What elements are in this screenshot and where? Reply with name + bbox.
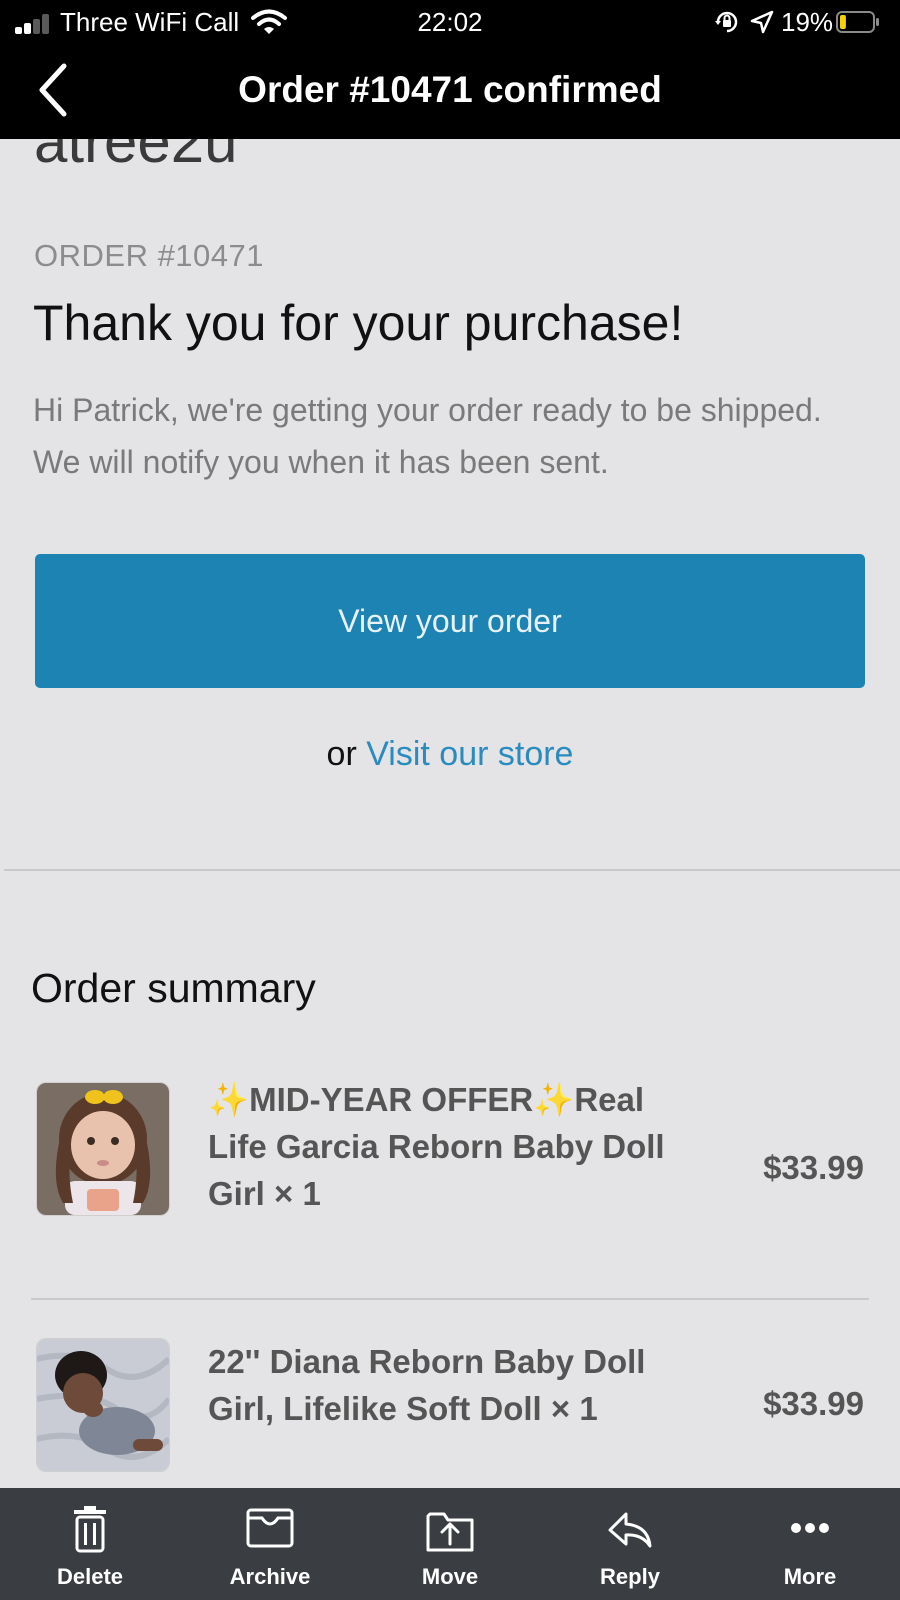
order-summary-heading: Order summary bbox=[31, 965, 316, 1011]
reply-icon bbox=[608, 1512, 652, 1548]
section-divider bbox=[4, 869, 900, 871]
rotation-lock-icon bbox=[715, 11, 738, 33]
trash-icon bbox=[74, 1506, 106, 1553]
archive-label: Archive bbox=[229, 1564, 311, 1589]
archive-button[interactable]: Archive bbox=[200, 1488, 340, 1600]
delete-button[interactable]: Delete bbox=[20, 1488, 160, 1600]
product-image-doll-diana[interactable] bbox=[36, 1338, 170, 1472]
order-number-label: ORDER #10471 bbox=[34, 238, 265, 273]
store-link-line: or Visit our store bbox=[0, 733, 900, 775]
email-subject-title: Order #10471 confirmed bbox=[238, 69, 662, 110]
shop-name: atree2u bbox=[34, 139, 238, 175]
reply-button[interactable]: Reply bbox=[560, 1488, 700, 1600]
product-title: ✨MID-YEAR OFFER✨Real Life Garcia Reborn … bbox=[208, 1081, 665, 1212]
or-text: or bbox=[326, 735, 357, 773]
intro-text: Hi Patrick, we're getting your order rea… bbox=[33, 392, 822, 480]
reply-label: Reply bbox=[600, 1564, 660, 1589]
product-title: 22'' Diana Reborn Baby Doll Girl, Lifeli… bbox=[208, 1343, 646, 1427]
item-divider bbox=[31, 1298, 869, 1300]
more-dots-icon bbox=[791, 1523, 829, 1533]
battery-icon bbox=[836, 11, 879, 33]
more-label: More bbox=[783, 1564, 837, 1589]
product-image-doll-garcia[interactable] bbox=[36, 1082, 170, 1216]
email-body[interactable]: atree2u ORDER #10471 Thank you for your … bbox=[0, 139, 900, 1488]
move-to-folder-icon bbox=[426, 1512, 474, 1552]
more-button[interactable]: More bbox=[740, 1488, 880, 1600]
status-bar: Three WiFi Call 22:02 19% bbox=[0, 0, 900, 44]
thank-you-heading: Thank you for your purchase! bbox=[33, 295, 684, 351]
product-price: $33.99 bbox=[763, 1149, 864, 1186]
product-price: $33.99 bbox=[763, 1385, 864, 1422]
move-button[interactable]: Move bbox=[380, 1488, 520, 1600]
move-label: Move bbox=[421, 1564, 479, 1589]
mail-toolbar: Delete Archive Move Reply More bbox=[0, 1488, 900, 1600]
delete-label: Delete bbox=[56, 1564, 124, 1589]
archive-icon bbox=[246, 1508, 294, 1548]
location-arrow-icon bbox=[750, 10, 774, 34]
view-order-button[interactable]: View your order bbox=[35, 554, 865, 688]
battery-percent: 19% bbox=[781, 7, 834, 37]
nav-bar: Order #10471 confirmed bbox=[0, 44, 900, 139]
visit-store-link[interactable]: Visit our store bbox=[366, 735, 573, 773]
